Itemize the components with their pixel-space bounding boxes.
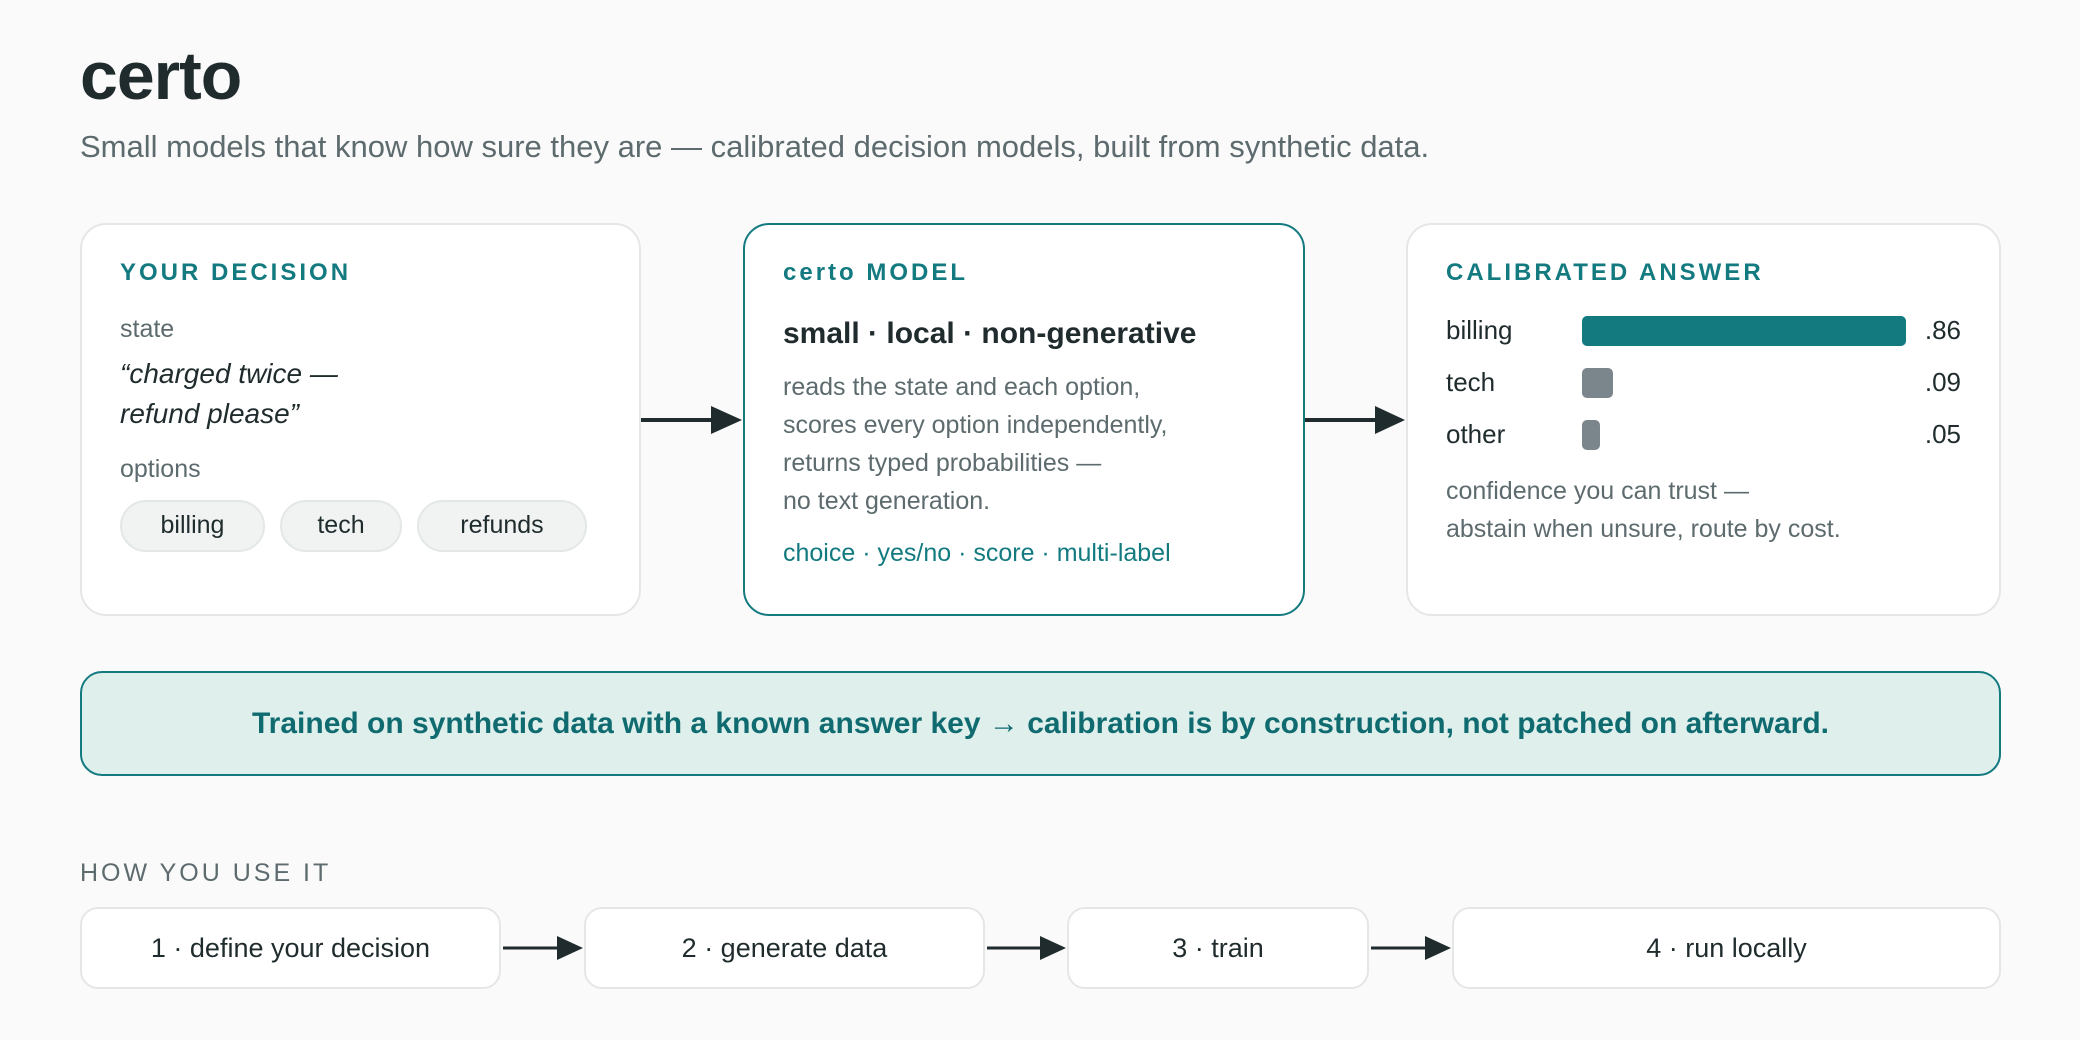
probability-bar-track	[1582, 315, 1906, 346]
model-description-line-1: reads the state and each option,	[783, 372, 1141, 401]
model-card-heading: certo MODEL	[783, 259, 969, 286]
state-text-line-2: refund please”	[120, 397, 300, 429]
answer-label: other	[1446, 419, 1506, 450]
answer-row-billing: billing .86	[1446, 315, 1961, 346]
step-label: 3 · train	[1172, 932, 1264, 963]
page-title: certo	[80, 38, 242, 114]
model-description: reads the state and each option, scores …	[783, 368, 1265, 520]
answer-card: CALIBRATED ANSWER billing .86 tech .09 o…	[1406, 223, 2001, 616]
calibration-banner-text: Trained on synthetic data with a known a…	[252, 706, 1829, 740]
model-card: certo MODEL small · local · non-generati…	[743, 223, 1305, 616]
probability-bar-track	[1582, 419, 1906, 450]
option-pill-refunds: refunds	[417, 499, 587, 552]
answer-row-tech: tech .09	[1446, 367, 1961, 398]
answer-label: tech	[1446, 367, 1496, 398]
options-list: billing tech refunds	[120, 499, 601, 552]
step-train: 3 · train	[1067, 907, 1369, 989]
page-subtitle: Small models that know how sure they are…	[80, 129, 1430, 164]
probability-bar	[1582, 315, 1906, 346]
decision-card-heading: YOUR DECISION	[120, 259, 352, 286]
options-label: options	[120, 454, 201, 483]
step-label: 1 · define your decision	[150, 932, 431, 963]
option-pill-tech: tech	[280, 499, 402, 552]
answer-note: confidence you can trust — abstain when …	[1446, 472, 1961, 548]
calibration-banner: Trained on synthetic data with a known a…	[80, 671, 2001, 776]
step-label: 4 · run locally	[1646, 932, 1807, 963]
arrow-right-icon	[1305, 406, 1405, 434]
answer-results: billing .86 tech .09 other .05	[1446, 315, 1961, 450]
step-label: 2 · generate data	[681, 932, 888, 963]
arrow-right-icon	[1371, 936, 1451, 960]
step-run-locally: 4 · run locally	[1452, 907, 2001, 989]
step-generate-data: 2 · generate data	[584, 907, 985, 989]
answer-probability: .86	[1924, 315, 1961, 346]
model-description-line-3: returns typed probabilities —	[783, 448, 1102, 477]
decision-card: YOUR DECISION state “charged twice — ref…	[80, 223, 641, 616]
probability-bar-track	[1582, 367, 1906, 398]
probability-bar	[1582, 367, 1613, 398]
state-label: state	[120, 314, 175, 343]
arrow-right-icon	[641, 406, 742, 434]
model-tagline: small · local · non-generative	[783, 316, 1197, 350]
answer-card-heading: CALIBRATED ANSWER	[1446, 259, 1764, 286]
answer-probability: .09	[1924, 367, 1961, 398]
arrow-right-icon	[987, 936, 1066, 960]
state-text: “charged twice — refund please”	[120, 354, 601, 434]
model-description-line-2: scores every option independently,	[783, 410, 1168, 439]
step-define-decision: 1 · define your decision	[80, 907, 501, 989]
answer-label: billing	[1446, 315, 1513, 346]
option-pill-billing: billing	[120, 499, 265, 552]
answer-row-other: other .05	[1446, 419, 1961, 450]
model-output-types: choice · yes/no · score · multi-label	[783, 538, 1171, 567]
answer-probability: .05	[1924, 419, 1961, 450]
probability-bar	[1582, 419, 1600, 450]
model-description-line-4: no text generation.	[783, 486, 991, 515]
answer-note-line-2: abstain when unsure, route by cost.	[1446, 514, 1841, 543]
state-text-line-1: “charged twice —	[120, 357, 338, 389]
arrow-right-icon	[503, 936, 583, 960]
how-you-use-it-label: HOW YOU USE IT	[80, 859, 332, 887]
answer-note-line-1: confidence you can trust —	[1446, 476, 1749, 505]
